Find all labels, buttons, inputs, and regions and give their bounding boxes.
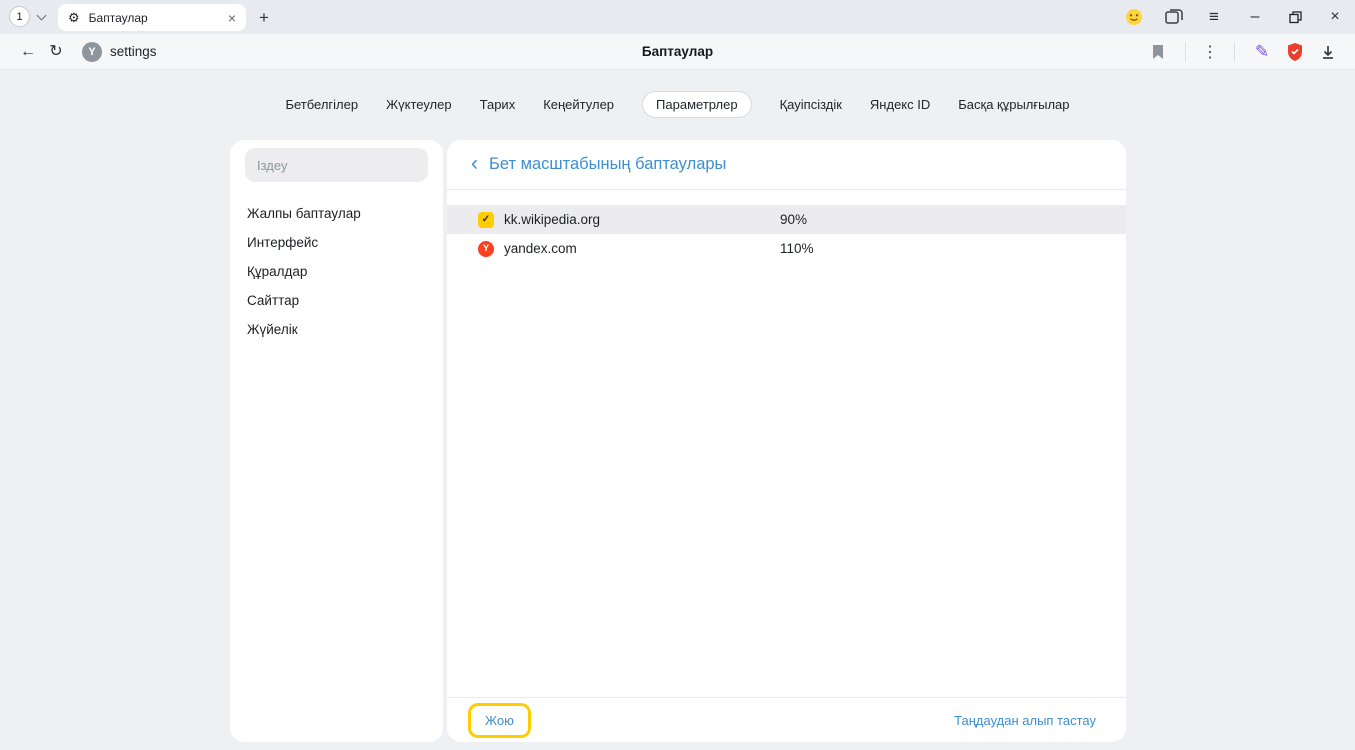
tabs-panel-icon[interactable] [1160, 4, 1188, 30]
gear-icon: ⚙ [68, 11, 80, 24]
page-zoom-settings-panel: ‹ Бет масштабының баптаулары ✓ kk.wikipe… [447, 140, 1126, 742]
address-bar[interactable]: Y settings [82, 42, 157, 62]
new-tab-button[interactable]: + [251, 5, 277, 31]
browser-tab-settings[interactable]: ⚙ Баптаулар × [58, 4, 246, 31]
tab-history[interactable]: Тарих [480, 91, 516, 118]
settings-nav-tabs: Бетбелгілер Жүктеулер Тарих Кеңейтулер П… [0, 70, 1355, 118]
close-window-button[interactable]: × [1321, 4, 1349, 30]
back-chevron-icon[interactable]: ‹ [471, 153, 478, 174]
toolbar-divider [1234, 42, 1235, 62]
yandex-favicon-icon: Y [478, 241, 494, 257]
search-input[interactable] [245, 148, 428, 182]
page-title: Баптаулар [642, 44, 713, 59]
browser-toolbar: ← ↻ Y settings Баптаулар ⋮ ✎ [0, 34, 1355, 70]
sidebar-item-system[interactable]: Жүйелік [247, 315, 443, 344]
settings-sidebar: Жалпы баптаулар Интерфейс Құралдар Сайтт… [230, 140, 443, 742]
sidebar-item-sites[interactable]: Сайттар [247, 286, 443, 315]
tab-close-icon[interactable]: × [228, 11, 236, 25]
reload-button[interactable]: ↻ [42, 44, 70, 60]
download-icon[interactable] [1315, 44, 1341, 60]
sidebar-list: Жалпы баптаулар Интерфейс Құралдар Сайтт… [230, 199, 443, 344]
bookmark-icon[interactable] [1145, 44, 1171, 60]
menu-icon[interactable]: ≡ [1200, 4, 1228, 30]
panel-footer: Жою Таңдаудан алып тастау [447, 697, 1126, 742]
table-row[interactable]: Y yandex.com 110% [447, 234, 1126, 263]
panel-header: ‹ Бет масштабының баптаулары [447, 140, 1126, 190]
chevron-down-icon[interactable] [37, 11, 47, 21]
tab-bookmarks[interactable]: Бетбелгілер [285, 91, 358, 118]
panel-title[interactable]: Бет масштабының баптаулары [489, 155, 726, 174]
deselect-all-link[interactable]: Таңдаудан алып тастау [954, 713, 1096, 728]
zoom-value[interactable]: 90% [780, 212, 807, 227]
window-tab-strip: 1 ⚙ Баптаулар × + ≡ – × [0, 0, 1355, 34]
sidebar-item-general[interactable]: Жалпы баптаулар [247, 199, 443, 228]
toolbar-divider [1185, 42, 1186, 62]
tab-security[interactable]: Қауіпсіздік [780, 91, 842, 118]
sidebar-item-interface[interactable]: Интерфейс [247, 228, 443, 257]
protect-shield-icon[interactable] [1282, 42, 1308, 62]
site-name: kk.wikipedia.org [504, 212, 600, 227]
tab-group-counter[interactable]: 1 [9, 6, 30, 27]
more-actions-icon[interactable]: ⋮ [1200, 42, 1220, 62]
site-name: yandex.com [504, 241, 577, 256]
restore-button[interactable] [1281, 4, 1309, 30]
url-text[interactable]: settings [110, 44, 157, 59]
checkbox-checked-icon[interactable]: ✓ [478, 212, 494, 228]
delete-button[interactable]: Жою [471, 706, 528, 735]
tab-downloads[interactable]: Жүктеулер [386, 91, 452, 118]
tab-yandex-id[interactable]: Яндекс ID [870, 91, 930, 118]
minimize-button[interactable]: – [1241, 4, 1269, 30]
rewards-icon[interactable] [1120, 4, 1148, 30]
back-button[interactable]: ← [14, 44, 42, 60]
site-zoom-list: ✓ kk.wikipedia.org 90% Y yandex.com 110% [447, 205, 1126, 263]
tab-other-devices[interactable]: Басқа құрылғылар [958, 91, 1069, 118]
tab-extensions[interactable]: Кеңейтулер [543, 91, 614, 118]
tab-settings[interactable]: Параметрлер [642, 91, 752, 118]
zoom-value[interactable]: 110% [780, 241, 814, 256]
pen-edit-icon[interactable]: ✎ [1249, 42, 1275, 62]
yandex-favicon-icon: Y [82, 42, 102, 62]
table-row[interactable]: ✓ kk.wikipedia.org 90% [447, 205, 1126, 234]
tab-title: Баптаулар [89, 11, 219, 25]
sidebar-item-tools[interactable]: Құралдар [247, 257, 443, 286]
